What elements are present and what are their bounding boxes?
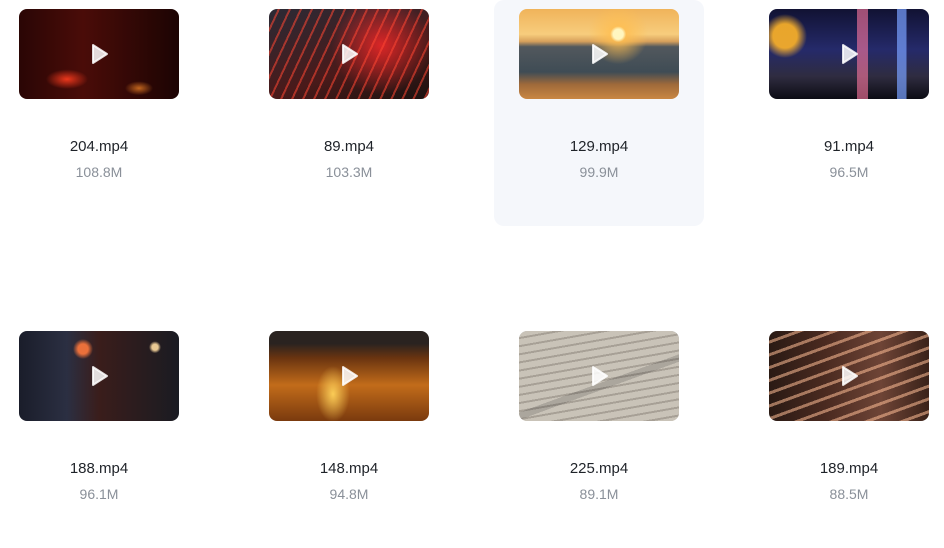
video-card[interactable]: 225.mp4 89.1M: [494, 322, 704, 548]
video-card[interactable]: 189.mp4 88.5M: [744, 322, 944, 548]
video-grid: 204.mp4 108.8M 89.mp4 103.3M 129.mp4 99.…: [0, 0, 944, 517]
play-icon[interactable]: [338, 43, 360, 65]
video-name: 188.mp4: [69, 460, 129, 477]
video-card[interactable]: 188.mp4 96.1M: [0, 322, 204, 548]
video-name: 189.mp4: [819, 460, 879, 477]
play-icon[interactable]: [588, 365, 610, 387]
video-name: 148.mp4: [319, 460, 379, 477]
play-icon[interactable]: [838, 365, 860, 387]
video-thumbnail[interactable]: [769, 9, 929, 99]
video-name: 129.mp4: [569, 138, 629, 155]
play-icon[interactable]: [88, 365, 110, 387]
video-name: 89.mp4: [323, 138, 375, 155]
video-thumbnail[interactable]: [19, 331, 179, 421]
video-size: 108.8M: [75, 164, 123, 180]
video-size: 96.1M: [79, 486, 119, 502]
video-size: 89.1M: [579, 486, 619, 502]
video-name: 91.mp4: [823, 138, 875, 155]
video-size: 88.5M: [829, 486, 869, 502]
video-size: 99.9M: [579, 164, 619, 180]
video-card[interactable]: 204.mp4 108.8M: [0, 0, 204, 226]
video-card[interactable]: 148.mp4 94.8M: [244, 322, 454, 548]
video-thumbnail[interactable]: [269, 331, 429, 421]
video-name: 225.mp4: [569, 460, 629, 477]
play-icon[interactable]: [838, 43, 860, 65]
video-thumbnail[interactable]: [19, 9, 179, 99]
video-thumbnail[interactable]: [769, 331, 929, 421]
video-thumbnail[interactable]: [519, 331, 679, 421]
play-icon[interactable]: [88, 43, 110, 65]
video-size: 94.8M: [329, 486, 369, 502]
video-card[interactable]: 91.mp4 96.5M: [744, 0, 944, 226]
video-thumbnail[interactable]: [269, 9, 429, 99]
video-size: 96.5M: [829, 164, 869, 180]
video-size: 103.3M: [325, 164, 373, 180]
video-name: 204.mp4: [69, 138, 129, 155]
video-card[interactable]: 129.mp4 99.9M: [494, 0, 704, 226]
video-card[interactable]: 89.mp4 103.3M: [244, 0, 454, 226]
play-icon[interactable]: [338, 365, 360, 387]
video-thumbnail[interactable]: [519, 9, 679, 99]
play-icon[interactable]: [588, 43, 610, 65]
